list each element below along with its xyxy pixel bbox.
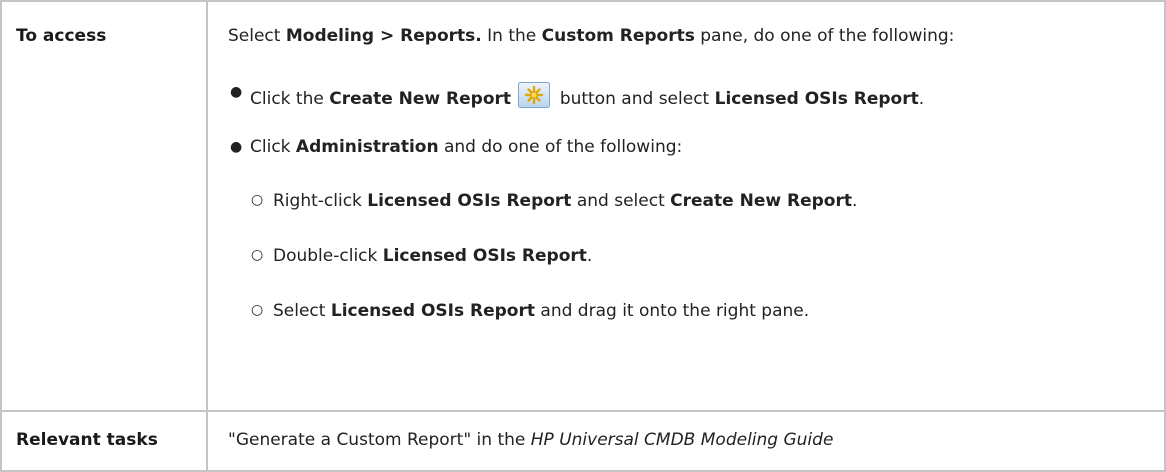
sub-bullet-double-click: Double-click Licensed OSIs Report. — [273, 246, 593, 266]
modeling-reports-path: Modeling > Reports. — [285, 26, 482, 46]
to-access-row: To access Select Modeling > Reports. In … — [2, 2, 1164, 412]
create-new-report-icon — [518, 82, 551, 108]
bullet-marker — [230, 139, 242, 155]
bullet-create-new-report: Click the Create New Report button and s… — [250, 82, 924, 109]
bullet-marker — [230, 84, 242, 100]
sub-bullet-marker — [251, 192, 263, 208]
relevant-tasks-content: "Generate a Custom Report" in the HP Uni… — [228, 430, 834, 450]
relevant-tasks-label: Relevant tasks — [16, 430, 158, 450]
sub-bullet-marker — [251, 247, 263, 263]
relevant-tasks-row: Relevant tasks "Generate a Custom Report… — [2, 412, 1164, 470]
info-table: To access Select Modeling > Reports. In … — [0, 0, 1166, 472]
modeling-guide-title: HP Universal CMDB Modeling Guide — [530, 430, 834, 450]
to-access-label: To access — [16, 26, 107, 46]
sub-bullet-marker — [251, 302, 263, 318]
access-intro: Select Modeling > Reports. In the Custom… — [228, 26, 955, 46]
custom-reports-pane-name: Custom Reports — [541, 26, 695, 46]
sub-bullet-drag: Select Licensed OSIs Report and drag it … — [273, 301, 810, 321]
bullet-administration: Click Administration and do one of the f… — [250, 137, 683, 157]
column-divider — [206, 2, 208, 470]
sub-bullet-right-click: Right-click Licensed OSIs Report and sel… — [273, 191, 858, 211]
